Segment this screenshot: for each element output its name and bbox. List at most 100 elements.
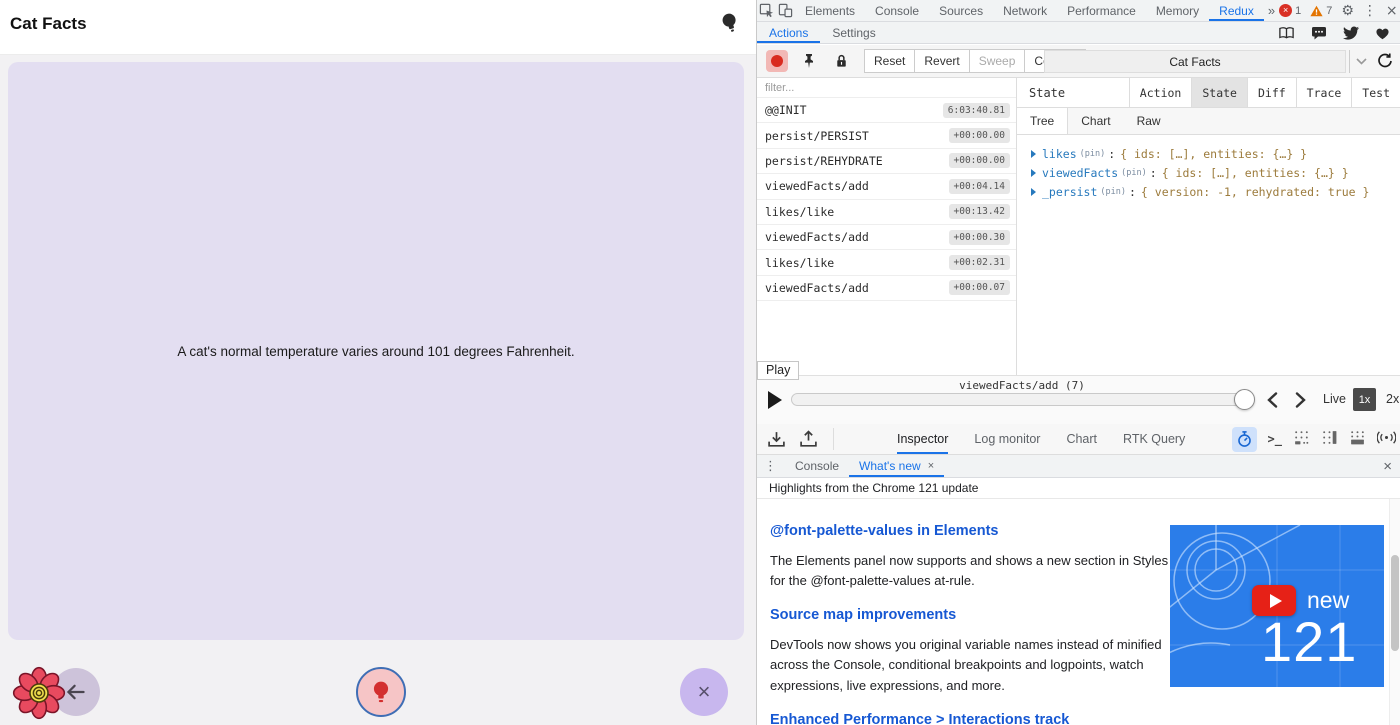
slider-thumb[interactable] [1234, 389, 1255, 410]
autoselect-button[interactable] [1232, 427, 1257, 452]
revert-button[interactable]: Revert [914, 49, 969, 73]
tab-settings[interactable]: Settings [820, 22, 887, 43]
action-row[interactable]: @@INIT 6:03:40.81 [757, 98, 1016, 123]
tab-diff[interactable]: Diff [1247, 78, 1296, 107]
expand-arrow-icon[interactable] [1031, 169, 1036, 177]
twitter-icon[interactable] [1343, 26, 1359, 40]
action-row[interactable]: viewedFacts/add +00:00.07 [757, 276, 1016, 301]
live-button[interactable]: Live [1323, 392, 1346, 406]
filter-input[interactable] [757, 78, 1016, 98]
tab-trace[interactable]: Trace [1296, 78, 1352, 107]
step-forward-button[interactable] [1290, 389, 1310, 411]
state-pane: State Action State Diff Trace Test Tree … [1017, 78, 1400, 375]
inspect-element-icon[interactable] [759, 2, 774, 20]
tab-state[interactable]: State [1191, 78, 1247, 107]
docs-book-icon[interactable] [1278, 26, 1295, 40]
play-button[interactable] [768, 391, 782, 409]
new-fact-button[interactable] [356, 667, 406, 717]
action-list-pane: @@INIT 6:03:40.81 persist/PERSIST +00:00… [757, 78, 1017, 375]
chrome-121-video-thumbnail[interactable]: new 121 [1170, 525, 1384, 687]
tab-memory[interactable]: Memory [1146, 0, 1209, 21]
close-tab-icon[interactable]: × [928, 460, 934, 472]
tab-network[interactable]: Network [993, 0, 1057, 21]
expand-arrow-icon[interactable] [1031, 188, 1036, 196]
overflow-menu-icon[interactable]: ⋮ [1363, 4, 1377, 18]
expand-arrow-icon[interactable] [1031, 150, 1036, 158]
dispatcher-icon[interactable]: >_ [1268, 432, 1282, 446]
step-back-button[interactable] [1262, 389, 1282, 411]
redux-panel-tabs: Actions Settings [757, 22, 1400, 44]
tab-performance[interactable]: Performance [1057, 0, 1146, 21]
record-button[interactable] [766, 50, 788, 72]
close-devtools-icon[interactable]: × [1386, 4, 1398, 18]
tab-elements[interactable]: Elements [795, 0, 865, 21]
chevron-down-icon[interactable] [1349, 50, 1373, 73]
refresh-icon[interactable] [1376, 52, 1394, 70]
tab-whats-new[interactable]: What's new × [849, 455, 944, 477]
timeline-slider[interactable] [791, 393, 1253, 406]
action-row[interactable]: persist/REHYDRATE +00:00.00 [757, 149, 1016, 174]
lock-button[interactable] [830, 50, 852, 72]
tree-node-viewedfacts[interactable]: viewedFacts (pin) : { ids: […], entities… [1031, 163, 1400, 182]
drawer-menu-icon[interactable]: ⋮ [757, 459, 785, 474]
import-icon[interactable] [799, 430, 819, 450]
monitor-toolbar: Inspector Log monitor Chart RTK Query >_ [757, 424, 1400, 455]
error-count: 1 [1295, 5, 1301, 17]
inspector-tabs: Action State Diff Trace Test [1129, 78, 1400, 107]
tab-inspector[interactable]: Inspector [897, 424, 948, 454]
monitor-right-icons: >_ [1232, 424, 1396, 454]
whats-new-body-1: The Elements panel now supports and show… [770, 551, 1172, 591]
tab-drawer-console[interactable]: Console [785, 455, 849, 477]
remote-signal-icon[interactable] [1377, 429, 1396, 449]
tab-chart[interactable]: Chart [1068, 108, 1123, 134]
lightbulb-icon[interactable] [717, 9, 743, 36]
more-tabs-icon[interactable]: » [1264, 3, 1279, 18]
action-row[interactable]: likes/like +00:13.42 [757, 200, 1016, 225]
tab-chart-monitor[interactable]: Chart [1066, 424, 1097, 454]
tab-sources[interactable]: Sources [929, 0, 993, 21]
tree-node-likes[interactable]: likes (pin) : { ids: […], entities: {…} … [1031, 144, 1400, 163]
feedback-icon[interactable] [1311, 26, 1327, 40]
dock-bottom-icon[interactable] [1293, 429, 1310, 449]
action-row[interactable]: viewedFacts/add +00:00.30 [757, 225, 1016, 250]
tab-rtk-query[interactable]: RTK Query [1123, 424, 1185, 454]
dock-right-icon[interactable] [1321, 429, 1338, 449]
whats-new-body-2: DevTools now shows you original variable… [770, 635, 1172, 695]
whats-new-heading-3[interactable]: Enhanced Performance > Interactions trac… [770, 712, 1376, 725]
action-row[interactable]: likes/like +00:02.31 [757, 250, 1016, 275]
speed-2x-button[interactable]: 2x [1386, 392, 1399, 406]
action-timestamp: +00:00.07 [949, 280, 1010, 295]
tab-console[interactable]: Console [865, 0, 929, 21]
tab-raw[interactable]: Raw [1124, 108, 1174, 134]
fact-text: A cat's normal temperature varies around… [177, 344, 574, 359]
action-timestamp: +00:04.14 [949, 179, 1010, 194]
dismiss-fact-button[interactable]: × [680, 668, 728, 716]
pin-button[interactable] [798, 50, 820, 72]
cat-facts-app: Cat Facts A cat's normal temperature var… [0, 0, 756, 725]
tab-test[interactable]: Test [1351, 78, 1400, 107]
tab-action[interactable]: Action [1129, 78, 1192, 107]
tree-node-persist[interactable]: _persist (pin) : { version: -1, rehydrat… [1031, 182, 1400, 201]
device-toolbar-icon[interactable] [778, 2, 793, 20]
settings-gear-icon[interactable]: ⚙ [1341, 4, 1354, 18]
warning-badge[interactable]: 7 [1310, 5, 1332, 17]
tab-redux[interactable]: Redux [1209, 0, 1264, 21]
drawer-tabbar: ⋮ Console What's new × × [757, 455, 1400, 478]
export-icon[interactable] [767, 430, 787, 450]
action-row[interactable]: persist/PERSIST +00:00.00 [757, 123, 1016, 148]
reset-button[interactable]: Reset [864, 49, 915, 73]
close-drawer-icon[interactable]: × [1383, 458, 1392, 475]
scrollbar-track[interactable] [1389, 499, 1400, 725]
error-badge[interactable]: × 1 [1279, 4, 1301, 17]
play-icon [1270, 594, 1282, 608]
sweep-button[interactable]: Sweep [969, 49, 1026, 73]
scrollbar-thumb[interactable] [1391, 555, 1399, 651]
tab-log-monitor[interactable]: Log monitor [974, 424, 1040, 454]
dock-bottom-full-icon[interactable] [1349, 429, 1366, 449]
speed-1x-button[interactable]: 1x [1353, 388, 1376, 411]
tab-tree[interactable]: Tree [1017, 108, 1068, 134]
heart-icon[interactable] [1375, 26, 1390, 40]
action-row[interactable]: viewedFacts/add +00:04.14 [757, 174, 1016, 199]
tab-actions[interactable]: Actions [757, 22, 820, 43]
instance-select[interactable]: Cat Facts [1044, 50, 1346, 73]
